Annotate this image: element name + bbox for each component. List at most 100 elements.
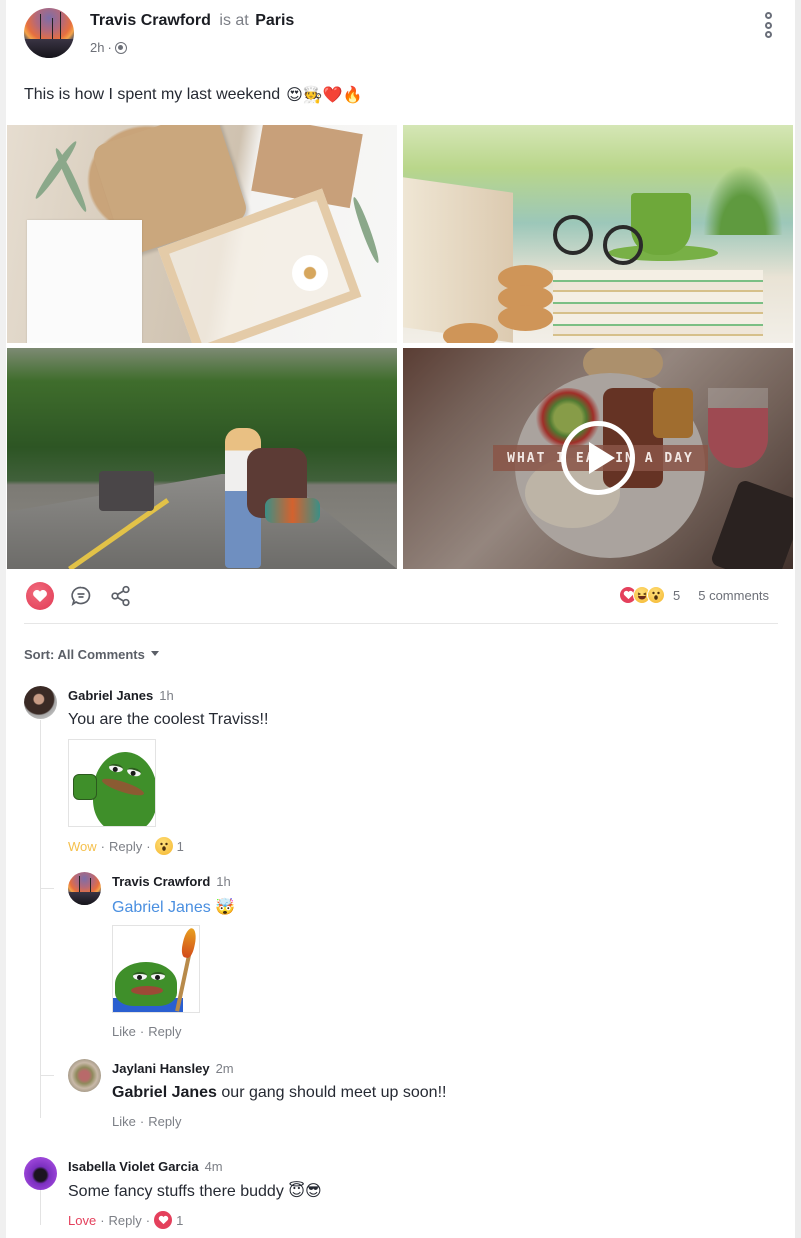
reply-comment: Travis Crawford 1h Gabriel Janes 🤯 Like ·… xyxy=(68,872,758,1042)
reply-text-body: our gang should meet up soon!! xyxy=(221,1084,447,1101)
reaction-label-button[interactable]: Wow xyxy=(68,839,97,854)
reaction-label-button[interactable]: Love xyxy=(68,1213,96,1228)
red-heart-emoji-icon: ❤️ xyxy=(322,85,343,104)
reply-actions: Like · Reply xyxy=(112,1024,181,1039)
reply-button[interactable]: Reply xyxy=(148,1114,181,1129)
commenter-name-link[interactable]: Isabella Violet Garcia xyxy=(68,1159,199,1174)
replier-name-link[interactable]: Travis Crawford xyxy=(112,874,210,889)
post-card: Travis Crawford is at Paris 2h · This is… xyxy=(6,0,795,1238)
separator: · xyxy=(139,1024,145,1039)
media-image-road[interactable] xyxy=(7,348,397,569)
post-time[interactable]: 2h xyxy=(90,40,104,55)
separator: · xyxy=(139,1114,145,1129)
globe-icon xyxy=(114,41,127,54)
reply-comment: Jaylani Hansley 2m Gabriel Janes our gang… xyxy=(68,1059,758,1134)
mention-link[interactable]: Gabriel Janes xyxy=(112,899,211,916)
heart-eyes-emoji-icon: 😍 xyxy=(286,85,303,104)
like-button[interactable] xyxy=(26,582,54,610)
comment-button[interactable] xyxy=(70,585,92,607)
commenter-name-link[interactable]: Gabriel Janes xyxy=(68,688,153,703)
comment-text: Some fancy stuffs there buddy 😇😎 xyxy=(68,1181,322,1201)
comment-actions: Love · Reply · 1 xyxy=(68,1211,183,1229)
scrollbar-track[interactable] xyxy=(795,0,801,1238)
comment: Isabella Violet Garcia 4m Some fancy stuf… xyxy=(24,1157,764,1232)
location-link[interactable]: Paris xyxy=(255,12,294,29)
comment-time[interactable]: 4m xyxy=(205,1159,223,1174)
media-image-coffee[interactable] xyxy=(403,125,793,343)
media-image-craft[interactable] xyxy=(7,125,397,343)
replier-name: Jaylani Hansley 2m xyxy=(112,1061,234,1076)
author-line: Travis Crawford is at Paris xyxy=(90,12,294,30)
reaction-count: 5 xyxy=(673,587,681,603)
comment-icon xyxy=(71,586,91,606)
comment-actions: Wow · Reply · 1 xyxy=(68,837,184,855)
replier-avatar[interactable] xyxy=(68,872,101,905)
actions-divider xyxy=(24,623,778,624)
post-header: Travis Crawford is at Paris 2h · xyxy=(24,8,784,60)
caret-down-icon xyxy=(150,651,159,656)
sticker-pepe-fist[interactable] xyxy=(68,739,156,827)
author-name[interactable]: Travis Crawford xyxy=(90,12,211,29)
thread-branch xyxy=(40,1075,54,1076)
mention-link[interactable]: Gabriel Janes xyxy=(112,1084,217,1101)
thread-branch xyxy=(40,888,54,889)
share-icon xyxy=(111,585,130,607)
chef-emoji-icon: 🧑‍🍳 xyxy=(302,85,323,104)
comments-count-link[interactable]: 5 comments xyxy=(698,588,769,603)
separator: · xyxy=(100,1212,105,1228)
commenter-avatar[interactable] xyxy=(24,1157,57,1190)
smiling-halo-emoji-icon: 😇 xyxy=(288,1181,305,1200)
comment-time[interactable]: 1h xyxy=(159,688,173,703)
sort-label: Sort: All Comments xyxy=(24,647,145,662)
reply-button[interactable]: Reply xyxy=(109,839,142,854)
more-vertical-icon-dot xyxy=(764,12,772,19)
replier-name: Travis Crawford 1h xyxy=(112,874,231,889)
like-button[interactable]: Like xyxy=(112,1114,136,1129)
is-at-label: is at xyxy=(219,12,249,29)
commenter-name: Isabella Violet Garcia 4m xyxy=(68,1159,223,1174)
sort-dropdown[interactable]: Sort: All Comments xyxy=(24,647,159,662)
post-text: This is how I spent my last weekend 😍 🧑‍… xyxy=(24,85,363,104)
media-video-food[interactable]: WHAT I EAT IN A DAY xyxy=(403,348,793,569)
meta-separator: · xyxy=(107,40,112,55)
reply-actions: Like · Reply xyxy=(112,1114,181,1129)
fire-emoji-icon: 🔥 xyxy=(342,85,363,104)
more-vertical-icon-dot xyxy=(764,31,772,38)
separator: · xyxy=(146,838,151,854)
more-options-button[interactable] xyxy=(758,12,778,38)
replier-name-link[interactable]: Jaylani Hansley xyxy=(112,1061,210,1076)
more-vertical-icon-dot xyxy=(764,21,772,29)
separator: · xyxy=(145,1212,151,1228)
reply-time[interactable]: 2m xyxy=(216,1061,234,1076)
separator: · xyxy=(100,838,105,854)
commenter-name: Gabriel Janes 1h xyxy=(68,688,174,703)
author-avatar[interactable] xyxy=(24,8,74,58)
love-reaction-icon[interactable] xyxy=(154,1211,173,1229)
reply-text: Gabriel Janes 🤯 xyxy=(112,897,235,917)
comment-reaction-count: 1 xyxy=(176,1212,184,1228)
exploding-head-emoji-icon: 🤯 xyxy=(215,897,236,916)
like-button[interactable]: Like xyxy=(112,1024,136,1039)
reply-time[interactable]: 1h xyxy=(216,874,230,889)
comment: Gabriel Janes 1h You are the coolest Trav… xyxy=(24,686,764,856)
post-text-body: This is how I spent my last weekend xyxy=(24,85,281,103)
heart-icon xyxy=(33,590,47,602)
sticker-pepe-torch[interactable] xyxy=(112,925,200,1013)
post-meta: 2h · xyxy=(90,40,127,55)
share-button[interactable] xyxy=(110,585,132,607)
reaction-summary[interactable]: 5 5 comments xyxy=(619,586,769,604)
reply-text: Gabriel Janes our gang should meet up so… xyxy=(112,1084,446,1102)
wow-reaction-icon xyxy=(647,586,665,604)
reply-button[interactable]: Reply xyxy=(148,1024,181,1039)
play-icon[interactable] xyxy=(561,421,635,495)
wow-reaction-icon[interactable] xyxy=(154,837,173,855)
commenter-avatar[interactable] xyxy=(24,686,57,719)
comment-reaction-count: 1 xyxy=(176,838,184,854)
comment-text: You are the coolest Traviss!! xyxy=(68,711,269,728)
sunglasses-emoji-icon: 😎 xyxy=(304,1181,322,1200)
replier-avatar[interactable] xyxy=(68,1059,101,1092)
media-grid: WHAT I EAT IN A DAY xyxy=(7,125,795,569)
post-actions: 5 5 comments xyxy=(24,578,778,614)
reply-button[interactable]: Reply xyxy=(109,1213,142,1228)
comment-text-body: Some fancy stuffs there buddy xyxy=(68,1183,284,1200)
